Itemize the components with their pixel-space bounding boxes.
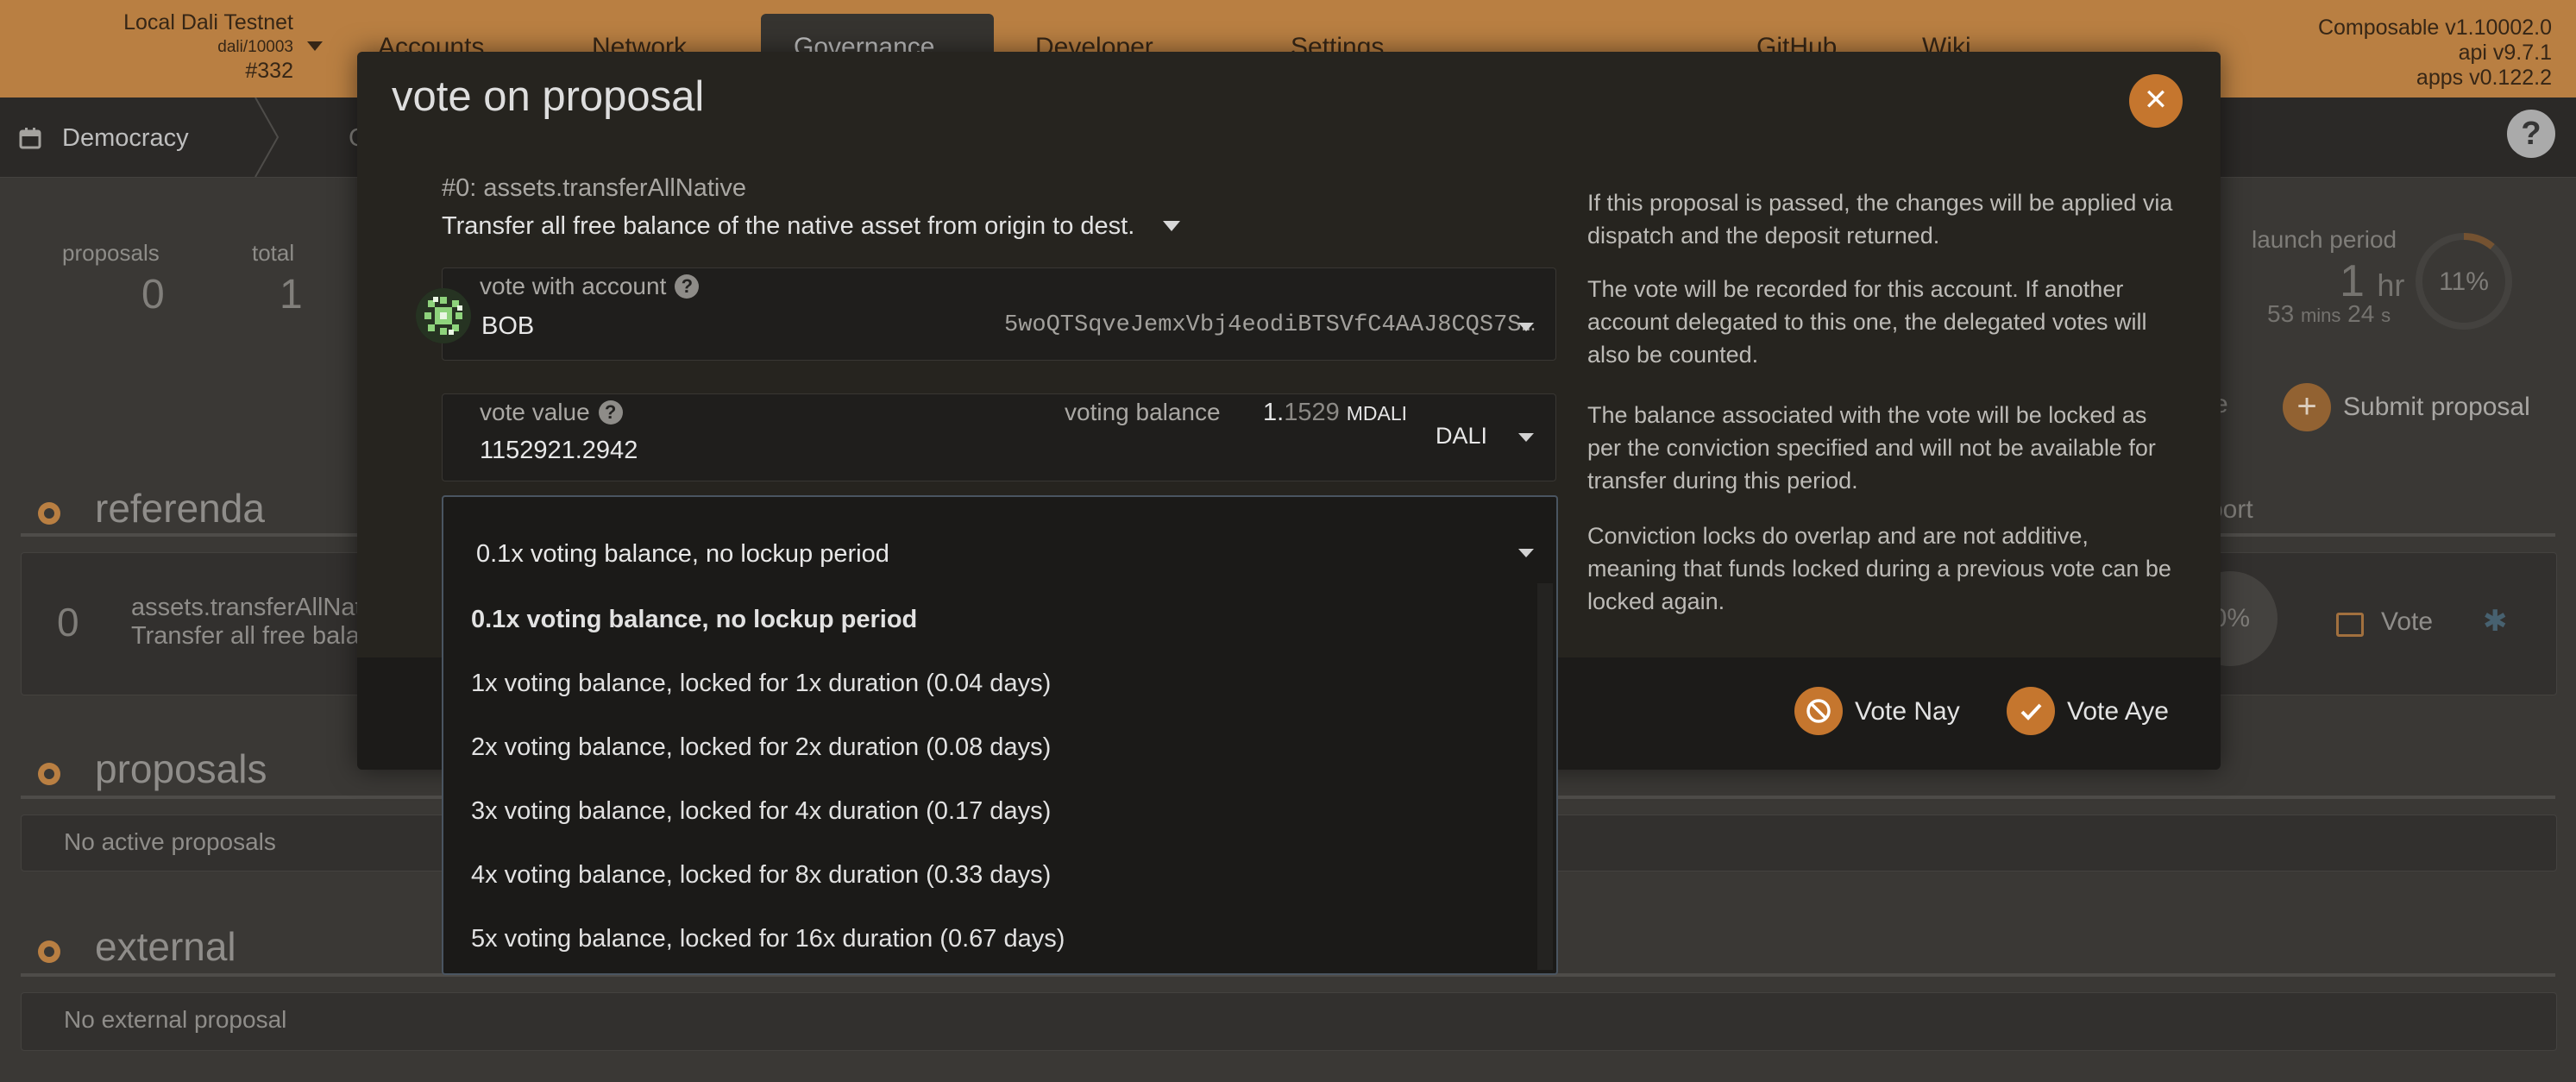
- conviction-option[interactable]: 3x voting balance, locked for 4x duratio…: [471, 797, 1051, 826]
- help-text-proposal: If this proposal is passed, the changes …: [1587, 190, 2173, 248]
- proposal-id: #0: assets.transferAllNative: [442, 174, 746, 202]
- account-name: BOB: [481, 312, 535, 340]
- account-label-text: vote with account: [480, 273, 667, 299]
- token-select[interactable]: DALI: [1436, 423, 1487, 450]
- chevron-down-icon[interactable]: [1518, 433, 1534, 442]
- balance-unit: MDALI: [1346, 402, 1408, 425]
- vote-value-label: vote value?: [480, 399, 623, 426]
- conviction-option[interactable]: 4x voting balance, locked for 8x duratio…: [471, 861, 1051, 890]
- conviction-option[interactable]: 1x voting balance, locked for 1x duratio…: [471, 670, 1051, 698]
- balance-whole: 1.: [1263, 399, 1285, 426]
- modal-title: vote on proposal: [392, 73, 705, 120]
- balance-decimals: 1529: [1284, 399, 1340, 426]
- vote-nay-button[interactable]: Vote Nay: [1794, 687, 1960, 737]
- block-icon: [1794, 687, 1843, 735]
- help-text-conviction: Conviction locks do overlap and are not …: [1587, 523, 2171, 614]
- help-icon[interactable]: ?: [675, 274, 700, 299]
- help-icon[interactable]: ?: [598, 400, 623, 425]
- voting-balance: 1.1529 MDALI: [1263, 399, 1407, 427]
- account-identicon: [416, 288, 471, 343]
- close-icon[interactable]: ✕: [2129, 74, 2183, 128]
- help-text-balance: The balance associated with the vote wil…: [1587, 402, 2156, 494]
- vote-aye-button[interactable]: Vote Aye: [2007, 687, 2169, 737]
- conviction-selected[interactable]: 0.1x voting balance, no lockup period: [476, 540, 889, 569]
- check-icon: [2007, 687, 2055, 735]
- help-text-account: The vote will be recorded for this accou…: [1587, 276, 2147, 368]
- dropdown-scrollbar[interactable]: [1537, 583, 1553, 970]
- vote-nay-label: Vote Nay: [1855, 697, 1960, 726]
- proposal-description: Transfer all free balance of the native …: [442, 212, 1135, 240]
- account-address: 5woQTSqveJemxVbj4eodiBTSVfC4AAJ8CQS7S…: [1004, 312, 1536, 338]
- voting-balance-label: voting balance: [1065, 399, 1221, 425]
- conviction-option[interactable]: 2x voting balance, locked for 2x duratio…: [471, 733, 1051, 762]
- conviction-option[interactable]: 0.1x voting balance, no lockup period: [471, 606, 917, 634]
- chevron-down-icon[interactable]: [1163, 221, 1180, 231]
- vote-value-label-text: vote value: [480, 399, 590, 425]
- vote-aye-label: Vote Aye: [2067, 697, 2169, 726]
- chevron-down-icon[interactable]: [1518, 323, 1534, 331]
- account-label: vote with account?: [480, 273, 700, 300]
- chevron-down-icon[interactable]: [1518, 549, 1534, 557]
- conviction-option[interactable]: 5x voting balance, locked for 16x durati…: [471, 925, 1065, 953]
- vote-value[interactable]: 1152921.2942: [480, 437, 638, 465]
